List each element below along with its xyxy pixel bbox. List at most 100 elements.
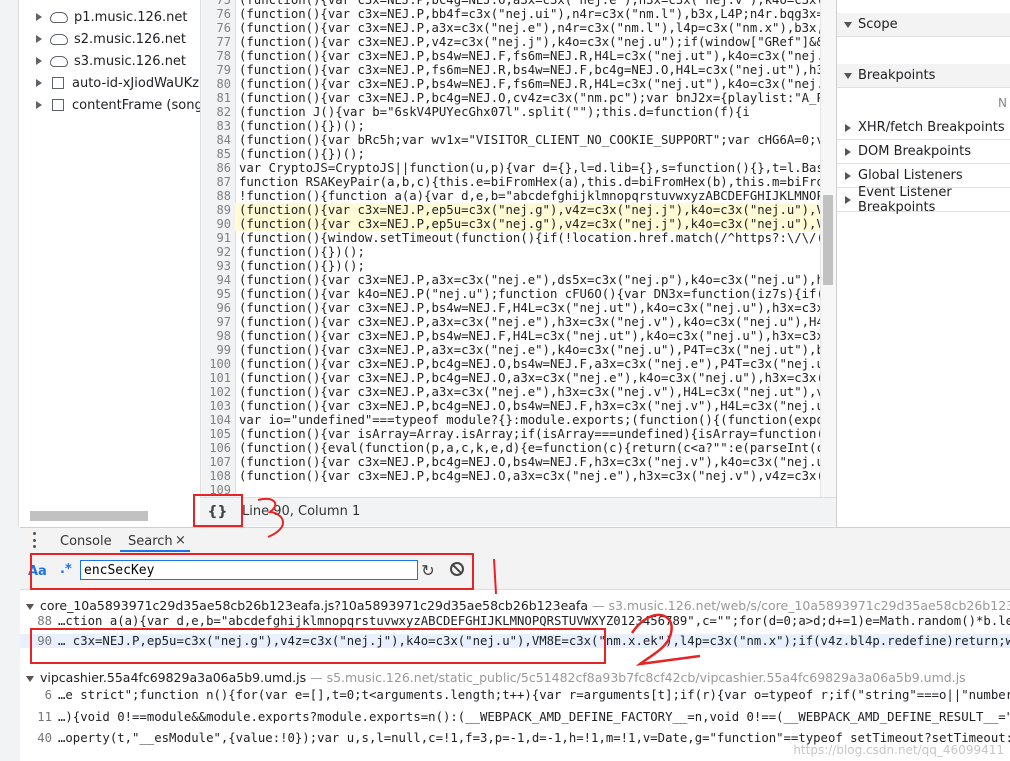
result-line[interactable]: 6 …e strict";function n(){for(var e=[],t=…	[26, 688, 1010, 702]
code-line[interactable]: (function(){var c3x=NEJ.P,bc4g=NEJ.O,a3x…	[239, 371, 821, 385]
line-number[interactable]: 86	[201, 161, 231, 175]
line-number[interactable]: 78	[201, 49, 231, 63]
close-tab-icon[interactable]: ×	[175, 533, 186, 548]
tab-search[interactable]: Search	[128, 534, 173, 549]
code-line[interactable]: (function(){var c3x=NEJ.P,bs4w=NEJ.F,fs6…	[239, 77, 821, 91]
tree-item[interactable]: s2.music.126.net	[36, 28, 186, 50]
line-number[interactable]: 102	[201, 385, 231, 399]
line-number[interactable]: 88	[201, 189, 231, 203]
line-number[interactable]: 108	[201, 469, 231, 483]
tab-console[interactable]: Console	[60, 534, 112, 549]
code-line[interactable]: (function(){var c3x=NEJ.P,a3x=c3x("nej.e…	[239, 343, 821, 357]
code-line[interactable]: (function(){var bRc5h;var wv1x="VISITOR_…	[239, 133, 821, 147]
line-number[interactable]: 103	[201, 399, 231, 413]
result-file-header[interactable]: vipcashier.55a4fc69829a3a06a5b9.umd.js —…	[26, 670, 966, 685]
line-number[interactable]: 105	[201, 427, 231, 441]
expand-arrow-icon[interactable]	[36, 101, 42, 109]
code-line[interactable]: (function(){var k4o=NEJ.P("nej.u");funct…	[239, 287, 821, 301]
code-line[interactable]: (function(){var c3x=NEJ.P,bs4w=NEJ.F,fs6…	[239, 49, 821, 63]
expand-arrow-icon[interactable]	[36, 57, 42, 65]
line-number[interactable]: 104	[201, 413, 231, 427]
code-line[interactable]: (function(){var c3x=NEJ.P,fs6m=NEJ.R,bs4…	[239, 63, 821, 77]
code-line[interactable]: (function(){})();	[239, 245, 365, 259]
tree-item[interactable]: contentFrame (song)	[36, 94, 200, 116]
file-tree: p1.music.126.net s2.music.126.net s3.music…	[0, 0, 200, 527]
line-number[interactable]: 94	[201, 273, 231, 287]
line-number[interactable]: 85	[201, 147, 231, 161]
code-line[interactable]: (function(){var c3x=NEJ.P,bb4f=c3x("nej.…	[239, 7, 821, 21]
editor-vertical-scrollbar[interactable]	[823, 195, 833, 285]
result-line[interactable]: 88 …ction a(a){var d,e,b="abcdefghijklmno…	[26, 614, 1010, 628]
line-number[interactable]: 101	[201, 371, 231, 385]
code-line[interactable]: !function(){function a(a){var d,e,b="abc…	[239, 189, 821, 203]
watermark: https://blog.csdn.net/qq_46099411	[793, 743, 1004, 757]
line-number[interactable]: 89	[201, 203, 231, 217]
code-line[interactable]: function RSAKeyPair(a,b,c){this.e=biFrom…	[239, 175, 821, 189]
code-line[interactable]: (function(){var c3x=NEJ.P,bc4g=NEJ.O,bs4…	[239, 357, 821, 371]
code-line[interactable]: var CryptoJS=CryptoJS||function(u,p){var…	[239, 161, 821, 175]
line-number[interactable]: 82	[201, 105, 231, 119]
line-number[interactable]: 75	[201, 0, 231, 7]
drawer-menu-icon[interactable]	[32, 532, 36, 548]
code-line[interactable]: (function(){eval(function(p,a,c,k,e,d){e…	[239, 441, 821, 455]
line-number[interactable]: 99	[201, 343, 231, 357]
line-number[interactable]: 106	[201, 441, 231, 455]
line-number[interactable]: 87	[201, 175, 231, 189]
result-file-path: — s3.music.126.net/web/s/core_10a5893971…	[591, 598, 1010, 613]
code-line[interactable]: (function(){var c3x=NEJ.P,ep5u=c3x("nej.…	[235, 217, 821, 231]
line-number[interactable]: 100	[201, 357, 231, 371]
code-line[interactable]: (function(){var c3x=NEJ.P,a3x=c3x("nej.e…	[239, 21, 821, 35]
code-line[interactable]: (function(){var c3x=NEJ.P,v4z=c3x("nej.j…	[239, 35, 821, 49]
code-line[interactable]: (function(){window.setTimeout(function()…	[239, 231, 821, 245]
tree-item[interactable]: p1.music.126.net	[36, 6, 188, 28]
code-line[interactable]: (function(){var c3x=NEJ.P,bc4g=NEJ.O,a3x…	[239, 469, 821, 483]
line-number[interactable]: 76	[201, 7, 231, 21]
line-number[interactable]: 92	[201, 245, 231, 259]
section-xhr-fetch-breakpoints[interactable]: XHR/fetch Breakpoints	[837, 116, 1010, 140]
line-number[interactable]: 77	[201, 35, 231, 49]
expand-arrow-icon[interactable]	[36, 79, 42, 87]
code-line[interactable]: (function J(){var b="6skV4PUYecGhx07l".s…	[239, 105, 750, 119]
code-line[interactable]: (function(){})();	[239, 119, 365, 133]
code-line[interactable]: (function(){var c3x=NEJ.P,bc4g=NEJ.O,cv4…	[239, 91, 821, 105]
line-number[interactable]: 83	[201, 119, 231, 133]
code-line[interactable]: (function(){})();	[239, 147, 365, 161]
code-line[interactable]: (function(){var c3x=NEJ.P,a3x=c3x("nej.e…	[239, 273, 821, 287]
code-line[interactable]: var io="undefined"===typeof module?{}:mo…	[239, 413, 821, 427]
code-line[interactable]: (function(){var c3x=NEJ.P,bs4w=NEJ.F,H4L…	[239, 301, 821, 315]
tree-item[interactable]: s3.music.126.net	[36, 50, 186, 72]
line-number[interactable]: 81	[201, 91, 231, 105]
section-event-listener-breakpoints[interactable]: Event Listener Breakpoints	[837, 185, 1010, 215]
section-scope[interactable]: Scope	[837, 13, 1010, 37]
line-number[interactable]: 96	[201, 301, 231, 315]
line-number[interactable]: 98	[201, 329, 231, 343]
line-number[interactable]: 93	[201, 259, 231, 273]
line-number[interactable]: 84	[201, 133, 231, 147]
section-breakpoints[interactable]: Breakpoints	[837, 64, 1010, 88]
expand-arrow-icon[interactable]	[36, 13, 42, 21]
result-file-header[interactable]: core_10a5893971c29d35ae58cb26b123eafa.js…	[26, 598, 1010, 613]
line-number[interactable]: 76	[201, 21, 231, 35]
code-line[interactable]: (function(){var c3x=NEJ.P,bs4w=NEJ.F,H4L…	[239, 329, 821, 343]
code-line[interactable]: (function(){var c3x=NEJ.P,a3x=c3x("nej.e…	[239, 385, 821, 399]
code-line[interactable]: (function(){var isArray=Array.isArray;if…	[239, 427, 821, 441]
section-dom-breakpoints[interactable]: DOM Breakpoints	[837, 140, 1010, 164]
line-number[interactable]: 90	[201, 217, 231, 231]
code-line[interactable]: (function(){var c3x=NEJ.P,a3x=c3x("nej.e…	[239, 315, 821, 329]
line-number[interactable]: 97	[201, 315, 231, 329]
result-line[interactable]: 11 …){void 0!==module&&module.exports?mod…	[26, 710, 1010, 724]
tree-item[interactable]: auto-id-xJiodWaUKzH	[36, 72, 200, 94]
line-number[interactable]: 91	[201, 231, 231, 245]
code-line[interactable]: (function(){var c3x=NEJ.P,bc4g=NEJ.O,bs4…	[239, 455, 821, 469]
expand-arrow-icon[interactable]	[36, 35, 42, 43]
code-line[interactable]: (function(){})();	[239, 259, 365, 273]
line-number[interactable]: 107	[201, 455, 231, 469]
line-number[interactable]: 95	[201, 287, 231, 301]
line-number[interactable]: 80	[201, 77, 231, 91]
code-line[interactable]: (function(){var c3x=NEJ.P,ep5u=c3x("nej.…	[235, 203, 821, 217]
code-line[interactable]: (function(){var c3x=NEJ.P,bc4g=NEJ.O,a3x…	[239, 0, 821, 7]
code-line[interactable]: (function(){var c3x=NEJ.P,bc4g=NEJ.O,bs4…	[239, 399, 821, 413]
tree-horizontal-scrollbar[interactable]	[30, 511, 148, 521]
code-editor[interactable]: 75 76 76 77 78 79 80 81 82 83 84 85 86 87 88 89 90 91 92 93…	[200, 0, 821, 497]
line-number[interactable]: 79	[201, 63, 231, 77]
